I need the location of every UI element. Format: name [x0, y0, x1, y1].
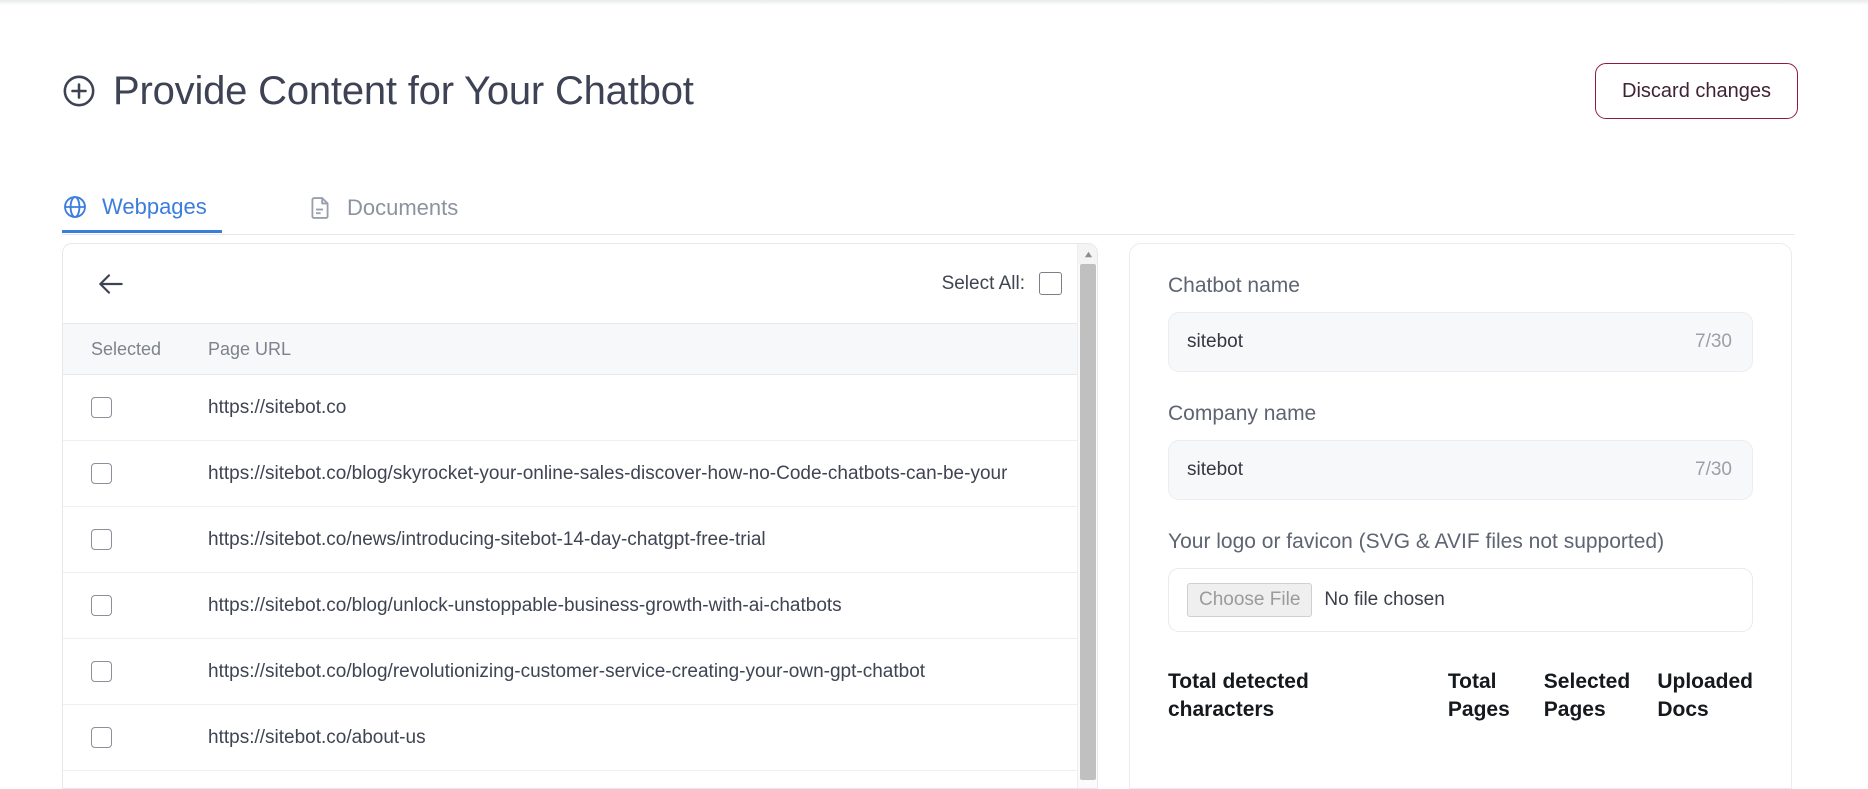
chatbot-name-value: sitebot: [1187, 331, 1243, 353]
row-checkbox[interactable]: [91, 463, 112, 484]
logo-upload-label: Your logo or favicon (SVG & AVIF files n…: [1168, 530, 1753, 554]
row-select-cell: [91, 727, 208, 748]
company-name-label: Company name: [1168, 402, 1753, 426]
column-header-selected: Selected: [91, 339, 208, 360]
content-tabs: Webpages Documents: [62, 183, 1795, 235]
file-status-text: No file chosen: [1324, 589, 1444, 611]
page-title: Provide Content for Your Chatbot: [113, 69, 694, 113]
stats-row: Total detected characters Total Pages Se…: [1168, 668, 1753, 723]
chatbot-name-input[interactable]: sitebot 7/30: [1168, 312, 1753, 372]
row-page-url: https://sitebot.co: [208, 397, 346, 419]
main-content: Select All: Selected Page URL https://si…: [62, 243, 1806, 789]
table-row[interactable]: https://sitebot.co/blog/revolutionizing-…: [63, 639, 1097, 705]
tab-webpages[interactable]: Webpages: [62, 183, 222, 233]
table-row[interactable]: https://sitebot.co/news/introducing-site…: [63, 507, 1097, 573]
back-button[interactable]: [91, 264, 131, 304]
chatbot-name-label: Chatbot name: [1168, 274, 1753, 298]
plus-circle-icon: [62, 74, 96, 108]
row-checkbox[interactable]: [91, 529, 112, 550]
tab-webpages-label: Webpages: [102, 194, 207, 220]
tab-documents-label: Documents: [347, 195, 458, 221]
document-icon: [307, 195, 333, 221]
row-checkbox[interactable]: [91, 661, 112, 682]
row-select-cell: [91, 595, 208, 616]
pages-table-header: Selected Page URL: [63, 323, 1097, 375]
stat-label-line1: Total: [1448, 668, 1544, 696]
stat-uploaded-docs: Uploaded Docs: [1657, 668, 1753, 723]
table-row[interactable]: https://sitebot.co/about-us: [63, 705, 1097, 771]
pages-panel-scrollbar[interactable]: [1077, 244, 1097, 789]
logo-file-input[interactable]: Choose File No file chosen: [1168, 568, 1753, 632]
stat-total-detected-characters: Total detected characters: [1168, 668, 1448, 723]
row-checkbox[interactable]: [91, 727, 112, 748]
row-select-cell: [91, 463, 208, 484]
arrow-left-icon: [95, 268, 127, 300]
row-page-url: https://sitebot.co/news/introducing-site…: [208, 529, 766, 551]
field-spacer: [1168, 506, 1753, 530]
tab-documents[interactable]: Documents: [307, 183, 458, 233]
pages-table-body: https://sitebot.co https://sitebot.co/bl…: [63, 375, 1097, 771]
pages-panel: Select All: Selected Page URL https://si…: [62, 243, 1098, 789]
chatbot-name-counter: 7/30: [1695, 331, 1732, 353]
scrollbar-up-button[interactable]: [1078, 244, 1098, 264]
row-page-url: https://sitebot.co/about-us: [208, 727, 426, 749]
pages-panel-toolbar: Select All:: [63, 244, 1097, 323]
select-all-checkbox[interactable]: [1039, 272, 1062, 295]
row-page-url: https://sitebot.co/blog/revolutionizing-…: [208, 661, 925, 683]
company-name-counter: 7/30: [1695, 459, 1732, 481]
row-page-url: https://sitebot.co/blog/unlock-unstoppab…: [208, 595, 842, 617]
company-name-value: sitebot: [1187, 459, 1243, 481]
page-title-group: Provide Content for Your Chatbot: [62, 69, 694, 113]
page-root: Provide Content for Your Chatbot Discard…: [0, 5, 1868, 789]
stat-label-line2: Docs: [1657, 696, 1753, 724]
row-select-cell: [91, 529, 208, 550]
column-header-page-url: Page URL: [208, 339, 291, 360]
company-name-field: Company name sitebot 7/30: [1168, 402, 1753, 500]
chatbot-settings-card: Chatbot name sitebot 7/30 Company name s…: [1129, 243, 1792, 789]
table-row[interactable]: https://sitebot.co: [63, 375, 1097, 441]
row-checkbox[interactable]: [91, 397, 112, 418]
choose-file-button[interactable]: Choose File: [1187, 583, 1312, 617]
field-spacer: [1168, 378, 1753, 402]
discard-changes-button[interactable]: Discard changes: [1595, 63, 1798, 119]
page-header: Provide Content for Your Chatbot Discard…: [62, 55, 1806, 127]
table-row[interactable]: https://sitebot.co/blog/skyrocket-your-o…: [63, 441, 1097, 507]
stat-total-pages: Total Pages: [1448, 668, 1544, 723]
select-all-group: Select All:: [942, 272, 1062, 295]
scrollbar-thumb[interactable]: [1080, 264, 1096, 780]
stat-label-line1: Selected: [1544, 668, 1658, 696]
company-name-input[interactable]: sitebot 7/30: [1168, 440, 1753, 500]
table-row[interactable]: https://sitebot.co/blog/unlock-unstoppab…: [63, 573, 1097, 639]
chatbot-name-field: Chatbot name sitebot 7/30: [1168, 274, 1753, 372]
globe-icon: [62, 194, 88, 220]
stat-label-line1: Uploaded: [1657, 668, 1753, 696]
select-all-label: Select All:: [942, 273, 1025, 295]
stat-selected-pages: Selected Pages: [1544, 668, 1658, 723]
row-select-cell: [91, 397, 208, 418]
stat-label-line1: Total detected: [1168, 668, 1448, 696]
row-page-url: https://sitebot.co/blog/skyrocket-your-o…: [208, 463, 1007, 485]
logo-upload-field: Your logo or favicon (SVG & AVIF files n…: [1168, 530, 1753, 632]
stat-label-line2: characters: [1168, 696, 1448, 724]
row-checkbox[interactable]: [91, 595, 112, 616]
chevron-up-icon: [1084, 250, 1093, 259]
stat-label-line2: Pages: [1448, 696, 1544, 724]
stat-label-line2: Pages: [1544, 696, 1658, 724]
row-select-cell: [91, 661, 208, 682]
